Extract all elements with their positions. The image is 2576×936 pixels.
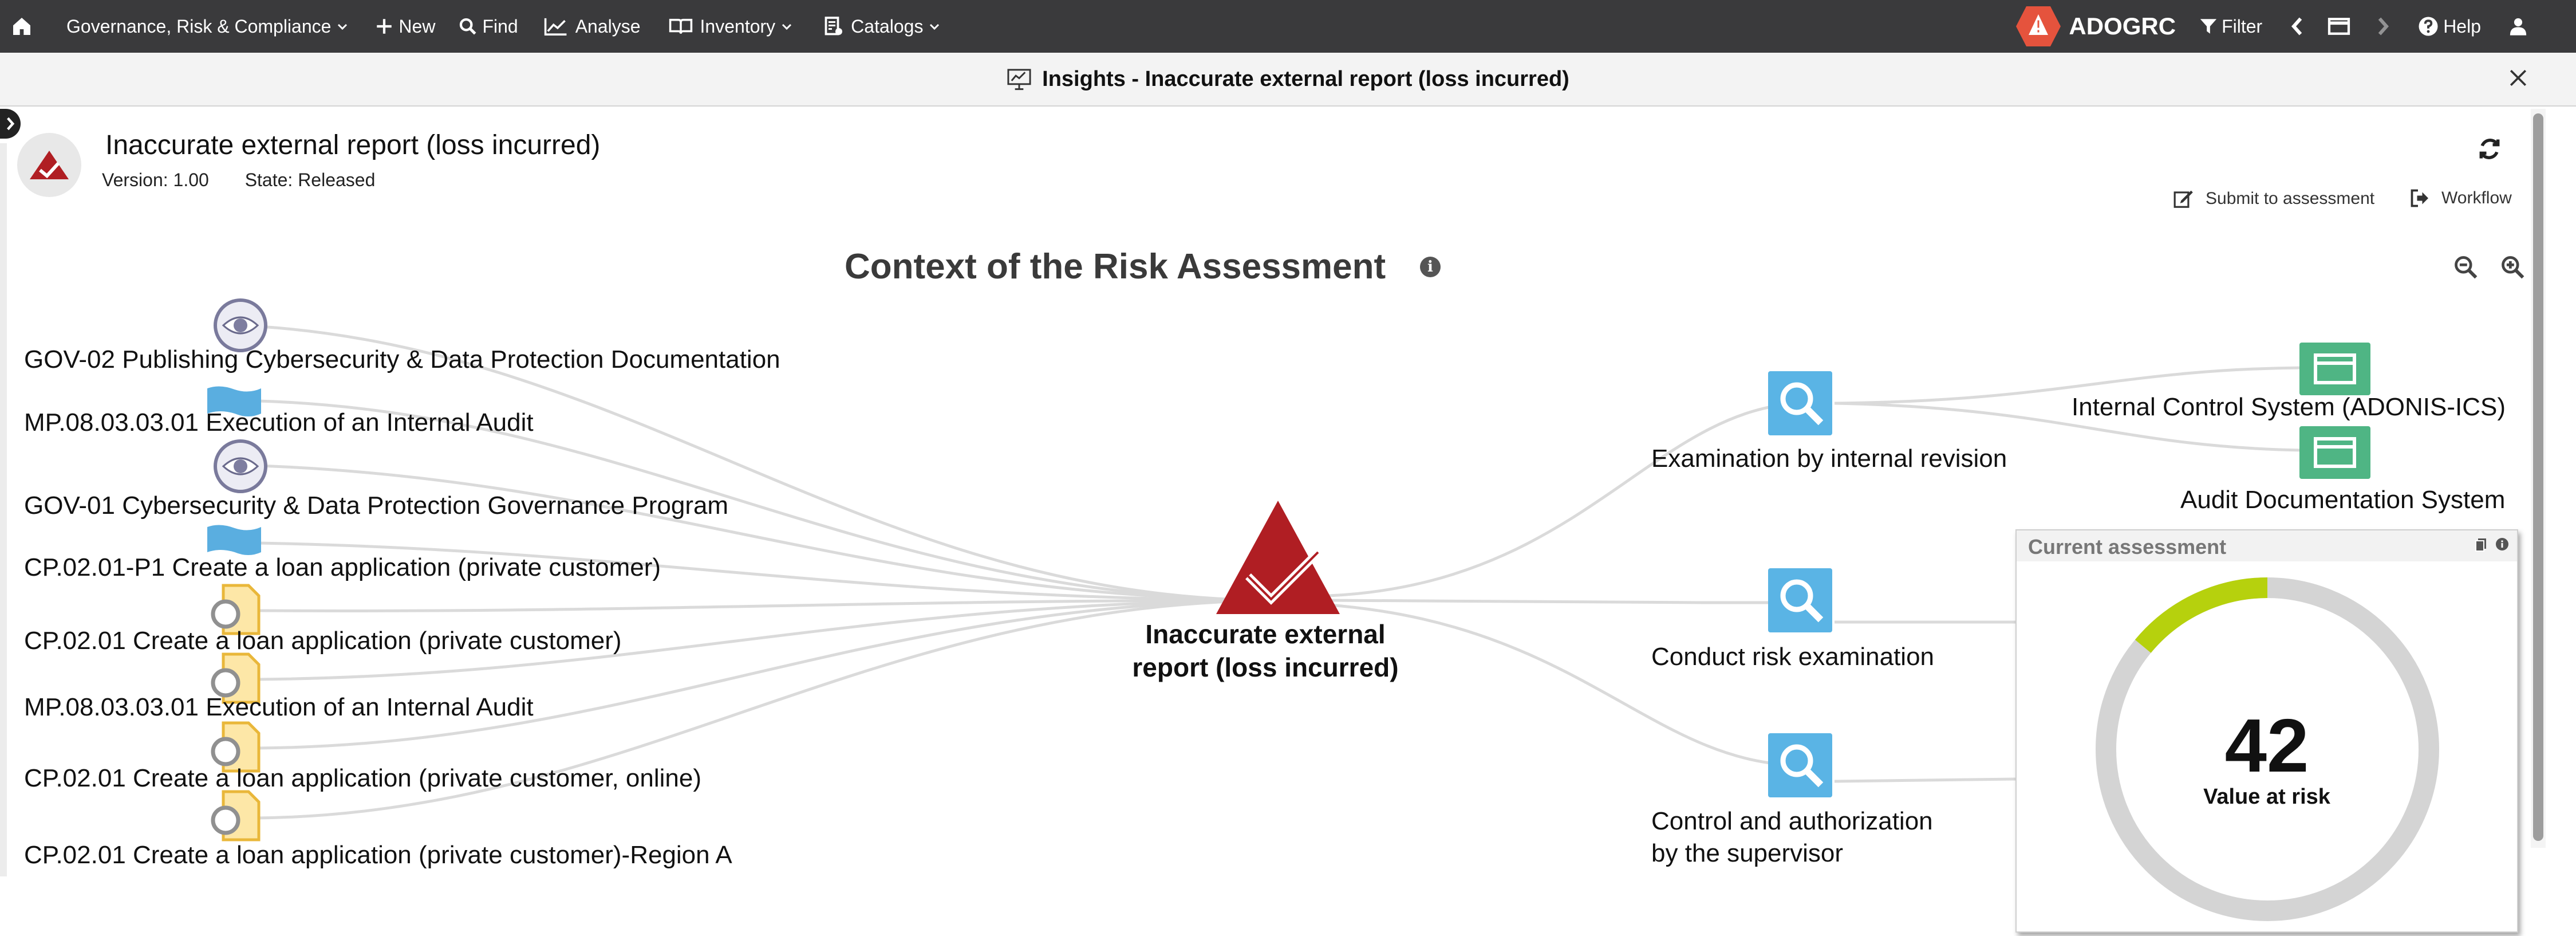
document-node[interactable] — [210, 789, 262, 845]
application-node[interactable] — [2299, 426, 2370, 482]
control-node[interactable] — [1768, 733, 1832, 800]
right-item-label-line: Control and authorization — [1651, 807, 1933, 835]
process-flag-icon — [207, 525, 261, 555]
search-icon — [1768, 733, 1832, 797]
search-icon — [1768, 371, 1832, 435]
gauge-fill-arc — [2135, 577, 2268, 653]
value-at-risk-number: 42 — [2224, 703, 2309, 788]
right-item-label-line: by the supervisor — [1651, 839, 1844, 867]
current-assessment-panel: Current assessment 42 Value at risk — [2015, 529, 2518, 933]
application-icon — [2299, 343, 2370, 395]
left-item-label[interactable]: CP.02.01-P1 Create a loan application (p… — [24, 553, 661, 582]
info-icon[interactable] — [2495, 537, 2509, 551]
eye-icon — [214, 298, 267, 352]
left-item-label[interactable]: CP.02.01 Create a loan application (priv… — [24, 841, 732, 870]
value-at-risk-caption: Value at risk — [2203, 785, 2330, 809]
right-item-label[interactable]: Control and authorization by the supervi… — [1651, 805, 1933, 870]
right-item-label[interactable]: Examination by internal revision — [1651, 445, 2007, 473]
left-item-label[interactable]: MP.08.03.03.01 Execution of an Internal … — [24, 408, 534, 437]
document-circle-icon — [211, 790, 261, 841]
panel-title: Current assessment — [2028, 535, 2227, 559]
right-item-label[interactable]: Conduct risk examination — [1651, 643, 1934, 671]
left-item-label[interactable]: MP.08.03.03.01 Execution of an Internal … — [24, 693, 534, 722]
left-item-label[interactable]: GOV-01 Cybersecurity & Data Protection G… — [24, 491, 728, 520]
risk-triangle-icon — [1216, 501, 1340, 614]
search-icon — [1768, 568, 1832, 632]
center-risk-node[interactable] — [1214, 497, 1342, 619]
left-item-label[interactable]: GOV-02 Publishing Cybersecurity & Data P… — [24, 345, 780, 374]
application-label[interactable]: Internal Control System (ADONIS-ICS) — [2072, 393, 2506, 422]
center-risk-label[interactable]: Inaccurate external report (loss incurre… — [1111, 618, 1420, 684]
eye-node-icon[interactable] — [213, 439, 268, 497]
application-label[interactable]: Audit Documentation System — [2180, 486, 2505, 514]
eye-icon — [214, 439, 267, 493]
control-node[interactable] — [1768, 568, 1832, 635]
panel-header-icons — [2475, 537, 2509, 552]
left-item-label[interactable]: CP.02.01 Create a loan application (priv… — [24, 764, 701, 793]
application-node[interactable] — [2299, 343, 2370, 398]
copy-icon[interactable] — [2475, 537, 2487, 552]
left-item-label[interactable]: CP.02.01 Create a loan application (priv… — [24, 627, 622, 655]
application-icon — [2299, 426, 2370, 479]
panel-header: Current assessment — [2017, 530, 2517, 561]
control-node[interactable] — [1768, 371, 1832, 438]
